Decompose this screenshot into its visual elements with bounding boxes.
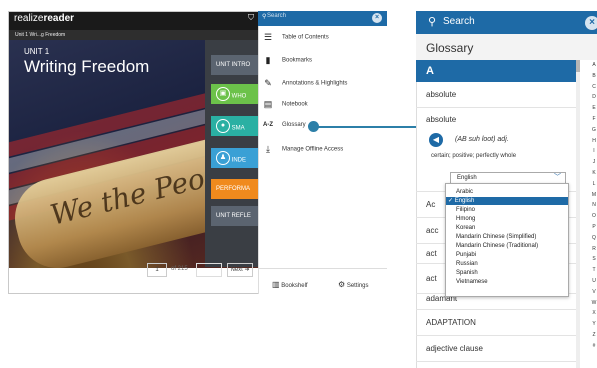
glossary-term[interactable]: absolute: [416, 82, 576, 108]
alphabet-index-letter[interactable]: Q: [590, 235, 597, 241]
next-button[interactable]: Next ➜: [227, 263, 253, 277]
language-option[interactable]: Vietnamese: [446, 278, 568, 286]
alphabet-index-letter[interactable]: Z: [590, 332, 597, 338]
pronunciation: (AB suh loot) adj.: [455, 136, 509, 143]
letter-section-header: [416, 60, 576, 82]
glossary-search-input[interactable]: Search: [443, 16, 475, 27]
page-count: of 215: [171, 266, 188, 272]
menu-search-input[interactable]: Search: [267, 13, 286, 19]
alphabet-index-letter[interactable]: H: [590, 138, 597, 144]
alphabet-index-letter[interactable]: V: [590, 289, 597, 295]
search-icon: ⚲: [262, 14, 267, 20]
menu-item-bookmarks[interactable]: ▮ Bookmarks: [262, 55, 382, 69]
alphabet-index-letter[interactable]: X: [590, 310, 597, 316]
alphabet-index-letter[interactable]: O: [590, 213, 597, 219]
alphabet-index-letter[interactable]: F: [590, 116, 597, 122]
bookshelf-icon: ▥: [272, 280, 280, 289]
settings-button[interactable]: ⚙ Settings: [338, 280, 369, 289]
language-option[interactable]: Russian: [446, 260, 568, 268]
alphabet-index-letter[interactable]: J: [590, 159, 597, 165]
language-option[interactable]: Spanish: [446, 269, 568, 277]
unit-title: Writing Freedom: [24, 57, 150, 76]
pencil-icon: ✎: [264, 78, 272, 88]
language-option[interactable]: Mandarin Chinese (Simplified): [446, 233, 568, 241]
callout-dot: [308, 121, 319, 132]
glossary-term[interactable]: ADAPTATION: [416, 310, 576, 336]
menu-item-offline-access[interactable]: ⤓ Manage Offline Access: [262, 144, 382, 158]
alphabet-index-letter[interactable]: S: [590, 256, 597, 262]
az-icon: A-Z: [263, 122, 273, 128]
alphabet-index-letter[interactable]: L: [590, 181, 597, 187]
glossary-title: Glossary: [426, 41, 474, 55]
language-option[interactable]: Filipino: [446, 206, 568, 214]
scrollbar[interactable]: [576, 60, 580, 368]
callout-connector: [313, 126, 416, 128]
menu-item-annotations[interactable]: ✎ Annotations & Highlights: [262, 78, 382, 92]
alphabet-index-letter[interactable]: I: [590, 148, 597, 154]
menu-item-table-of-contents[interactable]: ☰ Table of Contents: [262, 32, 382, 46]
alphabet-index-letter[interactable]: R: [590, 246, 597, 252]
alphabet-index-letter[interactable]: #: [590, 343, 597, 349]
language-option[interactable]: Hmong: [446, 215, 568, 223]
breadcrumb: Unit 1 Wri...g Freedom: [9, 30, 259, 40]
alphabet-index-letter[interactable]: C: [590, 84, 597, 90]
list-icon: ☰: [263, 32, 273, 42]
alphabet-index-letter[interactable]: N: [590, 202, 597, 208]
menu-item-glossary[interactable]: A-Z Glossary: [262, 122, 382, 136]
speaker-icon[interactable]: ◀: [429, 133, 443, 147]
alphabet-index-letter[interactable]: E: [590, 105, 597, 111]
alphabet-index-letter[interactable]: M: [590, 192, 597, 198]
alphabet-index-letter[interactable]: B: [590, 73, 597, 79]
alphabet-index-letter[interactable]: W: [590, 300, 597, 306]
unit-number: UNIT 1: [24, 47, 50, 56]
expanded-term: absolute: [426, 115, 457, 124]
alphabet-index-letter[interactable]: Y: [590, 321, 597, 327]
search-icon: ⚲: [428, 16, 437, 28]
language-option[interactable]: Arabic: [446, 188, 568, 196]
language-option[interactable]: Punjabi: [446, 251, 568, 259]
chevron-down-icon[interactable]: ﹀: [554, 172, 561, 182]
alphabet-index-letter[interactable]: A: [590, 62, 597, 68]
menu-item-notebook[interactable]: ▤ Notebook: [262, 99, 382, 113]
current-letter: A: [426, 65, 434, 77]
alphabet-index-letter[interactable]: U: [590, 278, 597, 284]
bookmark-icon: ▮: [265, 55, 271, 65]
alphabet-index-letter[interactable]: D: [590, 94, 597, 100]
alphabet-index-letter[interactable]: T: [590, 267, 597, 273]
bookshelf-button[interactable]: ▥ Bookshelf: [272, 280, 308, 289]
alphabet-index-letter[interactable]: P: [590, 224, 597, 230]
person-icon: ♟: [216, 151, 230, 165]
close-icon[interactable]: ×: [372, 13, 382, 23]
checkmark-icon: ✓: [448, 198, 455, 204]
glossary-term[interactable]: adjective clause: [416, 336, 576, 362]
bookmark-icon[interactable]: ⛉: [248, 13, 254, 23]
previous-button[interactable]: [196, 263, 222, 277]
alphabet-index-letter[interactable]: G: [590, 127, 597, 133]
alphabet-index-letter[interactable]: K: [590, 170, 597, 176]
scrollbar-thumb[interactable]: [576, 60, 580, 72]
lesson-icon: ▣: [216, 87, 230, 101]
download-icon: ⤓: [266, 144, 270, 154]
close-icon[interactable]: ×: [585, 16, 597, 30]
language-option[interactable]: Korean: [446, 224, 568, 232]
realize-reader-logo[interactable]: realizereader: [14, 13, 74, 24]
page-number-input[interactable]: 1: [147, 263, 167, 277]
language-option-selected[interactable]: ✓ English: [446, 197, 568, 205]
notebook-icon: ▤: [263, 99, 273, 109]
gear-icon: ⚙: [338, 280, 346, 289]
group-icon: ●: [216, 119, 230, 133]
language-option[interactable]: Mandarin Chinese (Traditional): [446, 242, 568, 250]
definition: certain; positive; perfectly whole: [431, 153, 517, 159]
